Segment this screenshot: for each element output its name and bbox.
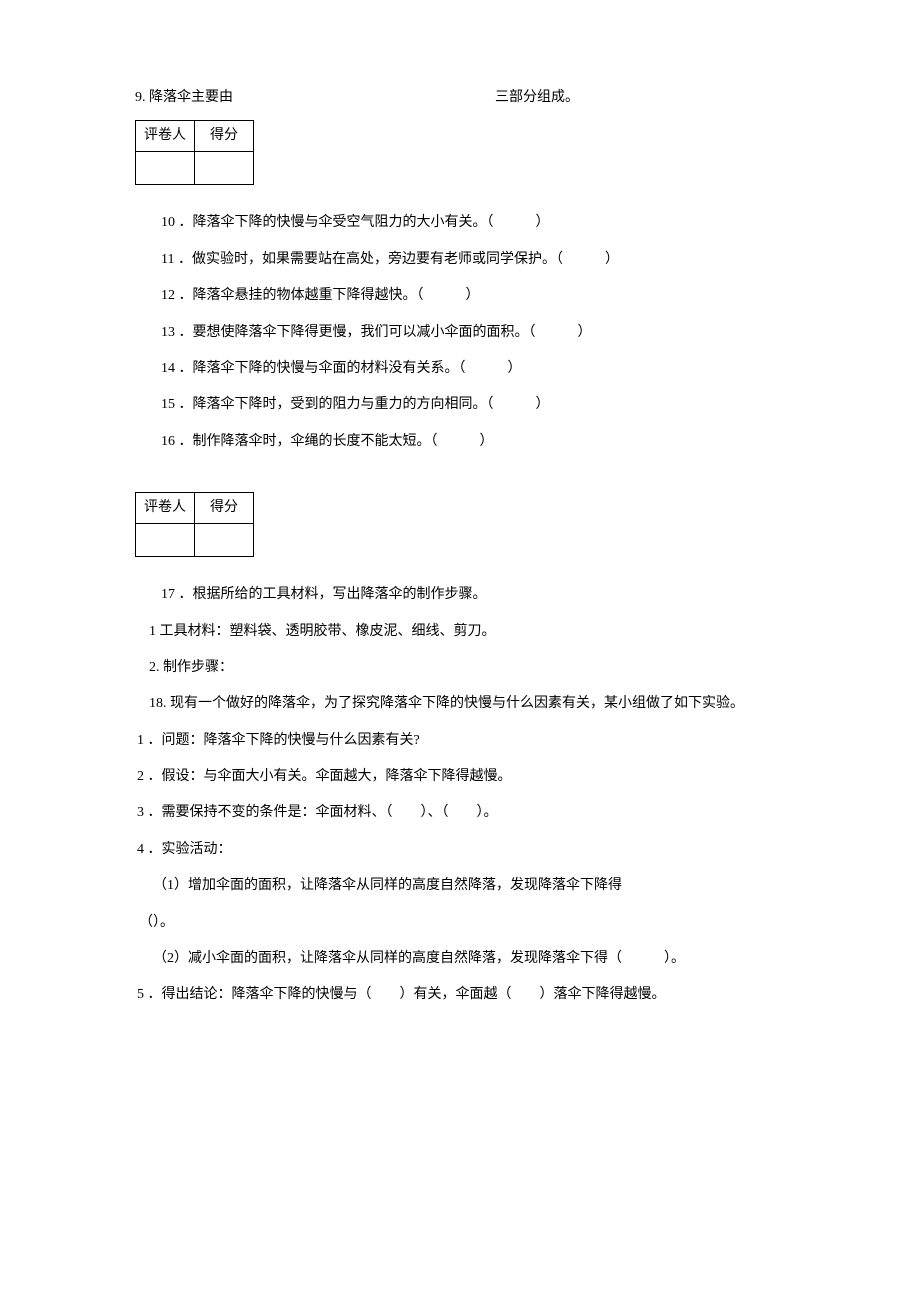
question-11: 11 ．做实验时，如果需要站在高处，旁边要有老师或同学保护。（ ）	[161, 242, 790, 278]
question-14: 14 ．降落伞下降的快慢与伞面的材料没有关系。（ ）	[161, 351, 790, 387]
q18-p3: 3 ．需要保持不变的条件是：伞面材料、（ ）、（ ）。	[135, 795, 790, 831]
question-13: 13 ．要想使降落伞下降得更慢，我们可以减小伞面的面积。（ ）	[161, 315, 790, 351]
score-header: 得分	[195, 121, 254, 152]
q17-prompt: 17 ．根据所给的工具材料，写出降落伞的制作步骤。	[161, 577, 790, 613]
question-15: 15 ．降落伞下降时，受到的阻力与重力的方向相同。（ ）	[161, 387, 790, 423]
score-cell-2	[195, 524, 254, 557]
q9-stem-left: 9. 降落伞主要由	[135, 80, 233, 116]
question-16: 16 ．制作降落伞时，伞绳的长度不能太短。（ ）	[161, 424, 790, 460]
score-table-1: 评卷人 得分	[135, 120, 254, 185]
score-cell	[195, 152, 254, 185]
question-9: 9. 降落伞主要由 三部分组成。	[135, 80, 790, 116]
q18-p5: 5 ．得出结论：降落伞下降的快慢与（ ）有关，伞面越（ ）落伞下降得越慢。	[135, 977, 790, 1013]
q17-materials: 1 工具材料：塑料袋、透明胶带、橡皮泥、细线、剪刀。	[135, 614, 790, 650]
q18-p4-2: （2）减小伞面的面积，让降落伞从同样的高度自然降落，发现降落伞下得（ ）。	[135, 941, 790, 977]
q18-intro: 18. 现有一个做好的降落伞，为了探究降落伞下降的快慢与什么因素有关，某小组做了…	[135, 686, 790, 722]
question-18-body: 1 ．问题：降落伞下降的快慢与什么因素有关? 2 ．假设：与伞面大小有关。伞面越…	[135, 723, 790, 1014]
grader-header: 评卷人	[136, 121, 195, 152]
q18-p1: 1 ．问题：降落伞下降的快慢与什么因素有关?	[135, 723, 790, 759]
q17-body: 1 工具材料：塑料袋、透明胶带、橡皮泥、细线、剪刀。 2. 制作步骤： 18. …	[135, 614, 790, 723]
q18-p2: 2 ．假设：与伞面大小有关。伞面越大，降落伞下降得越慢。	[135, 759, 790, 795]
true-false-section: 10 ．降落伞下降的快慢与伞受空气阻力的大小有关。（ ） 11 ．做实验时，如果…	[135, 205, 790, 460]
q17-steps-label: 2. 制作步骤：	[135, 650, 790, 686]
score-header-2: 得分	[195, 493, 254, 524]
grader-cell-2	[136, 524, 195, 557]
q18-p4-1a: （1）增加伞面的面积，让降落伞从同样的高度自然降落，发现降落伞下降得	[135, 868, 790, 904]
question-10: 10 ．降落伞下降的快慢与伞受空气阻力的大小有关。（ ）	[161, 205, 790, 241]
q18-p4-1b: （）。	[135, 905, 790, 941]
q9-stem-right: 三部分组成。	[495, 80, 579, 116]
grader-cell	[136, 152, 195, 185]
score-table-2: 评卷人 得分	[135, 492, 254, 557]
question-17: 17 ．根据所给的工具材料，写出降落伞的制作步骤。	[135, 577, 790, 613]
grader-header-2: 评卷人	[136, 493, 195, 524]
document-page: 9. 降落伞主要由 三部分组成。 评卷人 得分 10 ．降落伞下降的快慢与伞受空…	[0, 0, 920, 1094]
question-12: 12 ．降落伞悬挂的物体越重下降得越快。（ ）	[161, 278, 790, 314]
q18-p4: 4 ．实验活动：	[135, 832, 790, 868]
